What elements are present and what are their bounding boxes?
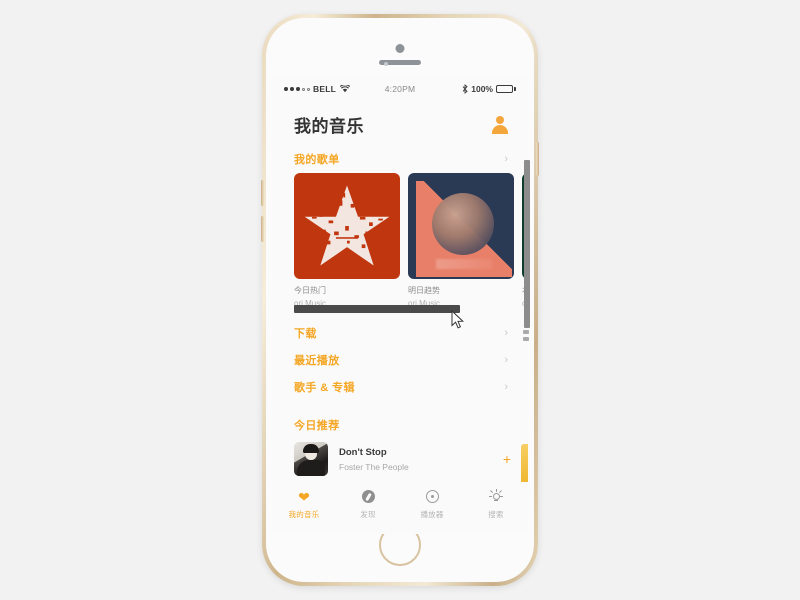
next-card-edge[interactable] — [521, 444, 528, 486]
page-title: 我的音乐 — [294, 117, 364, 136]
song-thumbnail — [294, 442, 328, 476]
planet-shape-icon — [432, 193, 494, 255]
heart-icon: ❤ — [298, 488, 310, 505]
add-song-button[interactable]: + — [500, 451, 514, 467]
menu-list: 下载 › 最近播放 › 歌手 & 专辑 › — [272, 315, 528, 400]
status-bar-right: 100% — [462, 84, 516, 94]
front-camera-icon — [395, 44, 405, 53]
playlists-section-title: 我的歌单 — [294, 154, 340, 166]
menu-item-label: 歌手 & 专辑 — [294, 381, 355, 394]
mouse-cursor — [451, 310, 465, 329]
proximity-sensor-icon — [384, 62, 388, 66]
star-artwork-icon — [304, 185, 390, 266]
menu-item-artists-albums[interactable]: 歌手 & 专辑 › — [294, 373, 508, 400]
status-bar: BELL 4:20PM 100% — [272, 78, 528, 100]
screenshot-stage: BELL 4:20PM 100% 我的音乐 我的歌单 › 今日热门 ori Mu… — [0, 0, 800, 600]
power-button[interactable] — [536, 142, 539, 176]
song-artist: Foster The People — [339, 461, 409, 472]
menu-item-label: 最近播放 — [294, 354, 340, 367]
playlists-section-header[interactable]: 我的歌单 › — [272, 143, 528, 173]
recommend-section-title: 今日推荐 — [294, 420, 340, 432]
volume-up-button[interactable] — [261, 180, 264, 206]
playlist-carousel[interactable]: 今日热门 ori Music 明日趋势 ori Music — [272, 173, 528, 315]
album-cover-art[interactable] — [294, 173, 400, 279]
bluetooth-icon — [462, 84, 468, 94]
tab-label: 发现 — [360, 510, 376, 519]
horizontal-scrollbar[interactable] — [294, 305, 460, 313]
tab-player[interactable]: 播放器 — [400, 489, 464, 520]
tab-label: 我的音乐 — [288, 510, 320, 519]
recommend-section-header: 今日推荐 — [272, 400, 528, 438]
vinyl-record-icon — [425, 489, 440, 504]
playlist-name: 明日趋势 — [408, 286, 440, 295]
battery-icon — [496, 85, 516, 93]
user-avatar-icon[interactable] — [491, 116, 508, 134]
tab-label: 搜索 — [488, 510, 504, 519]
battery-percent-label: 100% — [471, 84, 493, 94]
tab-label: 播放器 — [420, 510, 444, 519]
chevron-right-icon[interactable]: › — [504, 381, 508, 393]
tab-discover[interactable]: 发现 — [336, 489, 400, 520]
tab-search[interactable]: 搜索 — [464, 489, 528, 520]
scrollbar-end-marks — [523, 330, 529, 344]
playlist-name: 今日热门 — [294, 286, 326, 295]
menu-item-downloads[interactable]: 下载 › — [294, 319, 508, 346]
album-cover-art[interactable] — [408, 173, 514, 279]
tab-my-music[interactable]: ❤ 我的音乐 — [272, 489, 336, 520]
lightbulb-icon — [489, 489, 504, 504]
page-header: 我的音乐 — [272, 100, 528, 143]
playlist-card[interactable]: 明日趋势 ori Music — [408, 173, 514, 308]
chevron-right-icon[interactable]: › — [504, 153, 508, 165]
playlist-card[interactable]: 今日热门 ori Music — [294, 173, 400, 308]
cover-caption-blur — [436, 259, 492, 269]
song-list-item[interactable]: Don't Stop Foster The People + — [272, 438, 528, 486]
menu-item-label: 下载 — [294, 327, 317, 340]
chevron-right-icon[interactable]: › — [504, 327, 508, 339]
menu-item-recently-played[interactable]: 最近播放 › — [294, 346, 508, 373]
volume-down-button[interactable] — [261, 216, 264, 242]
tab-bar: ❤ 我的音乐 发现 播放器 搜索 — [272, 482, 528, 534]
song-title: Don't Stop — [339, 446, 387, 458]
chevron-right-icon[interactable]: › — [504, 354, 508, 366]
song-info: Don't Stop Foster The People — [339, 447, 500, 472]
compass-filled-icon — [361, 489, 376, 504]
vertical-scrollbar[interactable] — [524, 160, 530, 328]
